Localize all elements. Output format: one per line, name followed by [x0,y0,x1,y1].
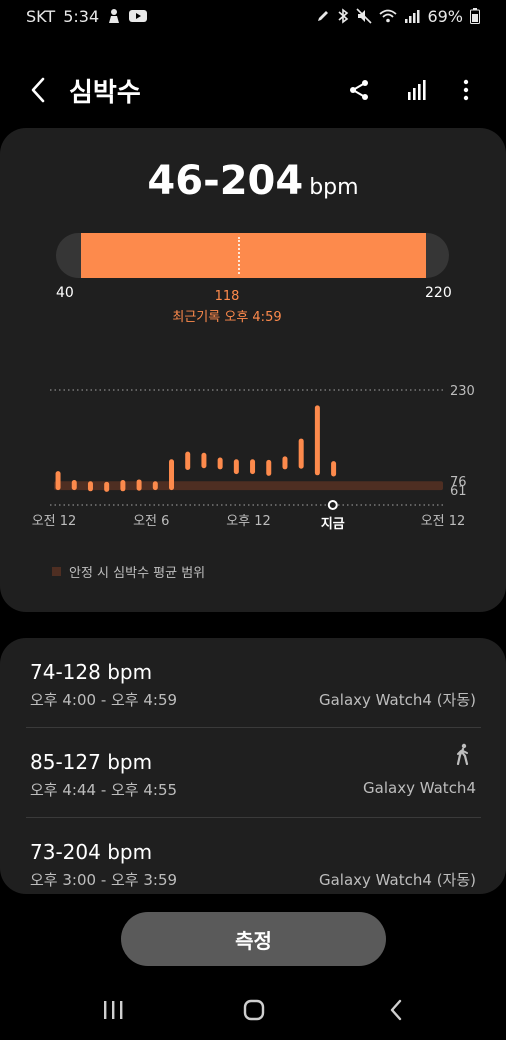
current-label: 최근기록 오후 4:59 [172,310,282,325]
heart-rate-chart[interactable]: 2307661오전 12 오전 6 오후 12 지금 오전 12 [0,368,506,538]
x-tick-label: 오전 6 [133,514,169,529]
heart-rate-summary-card: 46-204 bpm 40 220 118 최근기록 오후 4:59 230 76 6… [0,128,506,612]
record-range: 74-128 bpm [30,660,153,684]
x-tick-label: 오전 12 [32,514,77,529]
range-value: 46-204 [147,158,304,204]
chart-bar [201,452,207,469]
home-button[interactable] [239,995,269,1025]
battery-percent: 69% [427,6,463,26]
youtube-icon [129,9,148,23]
chart-bar [185,451,191,470]
range-fill [81,233,427,278]
more-icon [463,79,469,101]
recent-apps-icon [104,1001,123,1019]
record-time: 오후 4:44 - 오후 4:55 [30,781,178,799]
now-indicator [327,500,338,510]
measure-button[interactable]: 측정 [121,912,386,966]
legend-swatch [52,567,61,576]
record-source: Galaxy Watch4 (자동) [318,691,476,709]
signal-icon [404,9,420,23]
record-range: 73-204 bpm [30,840,153,864]
chart-bar [104,481,110,492]
battery-icon [470,8,480,24]
chart-bar [331,461,337,477]
carrier-label: SKT [26,6,56,26]
more-button[interactable] [452,76,480,104]
back-nav-icon [390,999,402,1021]
x-tick-label: 오전 12 [421,514,466,529]
chart-bar [152,481,158,491]
page-title: 심박수 [69,78,141,108]
record-time: 오후 3:00 - 오후 3:59 [30,871,178,889]
chart-bar [217,457,223,470]
recent-apps-button[interactable] [98,995,128,1025]
pen-icon [316,9,330,23]
navigation-bar [0,985,506,1035]
chart-bar [266,459,272,476]
current-value: 118 [214,289,240,304]
mute-icon [356,8,373,24]
y-tick-label: 230 [450,384,475,399]
x-tick-label: 오후 12 [226,514,271,529]
chart-bar [87,481,93,492]
legend-label: 안정 시 심박수 평균 범위 [69,566,206,581]
y-tick-label: 61 [450,484,467,499]
range-heading: 46-204 bpm [0,158,506,204]
status-bar: SKT 5:34 69% [0,0,506,32]
range-track [56,233,449,278]
chart-bar [250,459,256,475]
chevron-left-icon [31,77,45,103]
record-source: Galaxy Watch4 (자동) [318,871,476,889]
chart-icon [408,80,426,100]
chart-bar [233,459,239,475]
share-button[interactable] [345,76,373,104]
chart-bar [314,405,320,476]
scale-min-label: 40 [56,285,74,301]
list-item[interactable]: 85-127 bpm 오후 4:44 - 오후 4:55 Galaxy Watc… [0,728,506,818]
back-nav-button[interactable] [381,995,411,1025]
walking-icon [452,743,474,765]
x-tick-label: 지금 [321,517,345,532]
bluetooth-icon [337,8,349,24]
person-notification-icon [107,8,121,24]
app-bar: 심박수 [0,62,506,118]
resting-band [54,481,443,491]
legend: 안정 시 심박수 평균 범위 [52,562,205,581]
chart-bar [55,471,61,491]
chart-bar [282,456,288,470]
clock: 5:34 [63,6,100,26]
record-source: Galaxy Watch4 [363,779,476,797]
share-icon [350,80,368,100]
current-marker [238,237,241,274]
wifi-icon [379,9,398,23]
chart-bar [120,480,126,492]
chart-bar [136,479,142,491]
chart-bar [71,480,77,491]
record-range: 85-127 bpm [30,750,153,774]
scale-max-label: 220 [425,285,452,301]
back-button[interactable] [24,76,52,104]
chart-bar [169,459,175,491]
home-icon [243,999,265,1021]
range-unit: bpm [309,175,359,200]
record-time: 오후 4:00 - 오후 4:59 [30,691,178,709]
chart-button[interactable] [403,76,431,104]
list-item[interactable]: 74-128 bpm 오후 4:00 - 오후 4:59 Galaxy Watc… [0,638,506,728]
records-list: 74-128 bpm 오후 4:00 - 오후 4:59 Galaxy Watc… [0,638,506,894]
chart-bar [298,438,304,469]
list-item[interactable]: 73-204 bpm 오후 3:00 - 오후 3:59 Galaxy Watc… [0,818,506,894]
